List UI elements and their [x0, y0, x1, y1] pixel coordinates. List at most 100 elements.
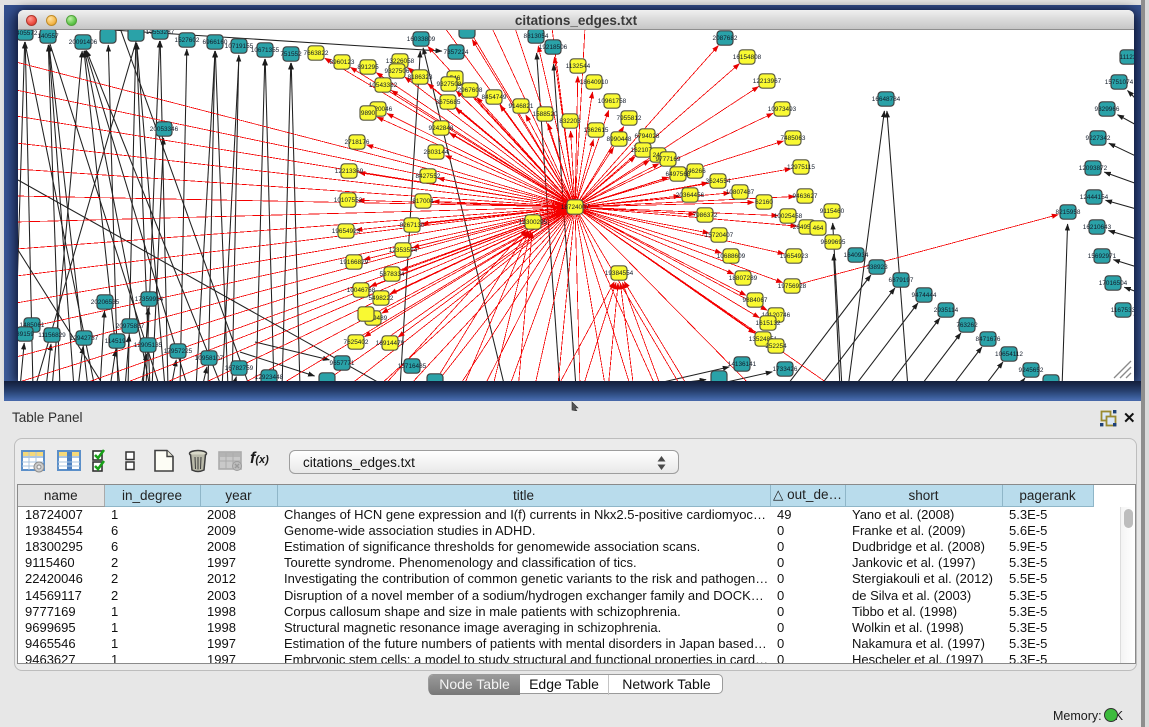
svg-text:12942737: 12942737 — [70, 335, 99, 342]
svg-text:7986372: 7986372 — [693, 212, 718, 219]
svg-text:763262: 763262 — [956, 322, 978, 329]
svg-text:6879197: 6879197 — [889, 277, 914, 284]
svg-text:5498222: 5498222 — [369, 295, 394, 302]
svg-text:16210643: 16210643 — [1083, 224, 1112, 231]
svg-text:19384554: 19384554 — [605, 270, 634, 277]
svg-text:8267130: 8267130 — [400, 222, 425, 229]
svg-text:832203: 832203 — [559, 118, 581, 125]
svg-text:252254: 252254 — [765, 343, 787, 350]
svg-text:7357224: 7357224 — [444, 49, 469, 56]
svg-text:3675685: 3675685 — [436, 99, 461, 106]
svg-text:16782759: 16782759 — [225, 365, 254, 372]
svg-text:8427552: 8427552 — [416, 173, 441, 180]
svg-text:5878334: 5878334 — [380, 271, 405, 278]
svg-text:10973493: 10973493 — [768, 106, 797, 113]
svg-text:18300295: 18300295 — [519, 219, 548, 226]
svg-text:8990448: 8990448 — [607, 136, 632, 143]
svg-text:1615132: 1615132 — [756, 320, 781, 327]
svg-text:62160: 62160 — [755, 199, 773, 206]
svg-text:15692971: 15692971 — [1088, 253, 1117, 260]
svg-text:1733426: 1733426 — [773, 366, 798, 373]
svg-text:938923: 938923 — [866, 264, 888, 271]
svg-text:7663822: 7663822 — [304, 50, 329, 57]
svg-text:15716485: 15716485 — [398, 363, 427, 370]
svg-text:9227342: 9227342 — [1086, 135, 1111, 142]
svg-text:11123: 11123 — [1120, 54, 1134, 61]
svg-text:817004: 817004 — [412, 198, 434, 205]
svg-text:15751074: 15751074 — [1105, 79, 1134, 86]
svg-text:12923448: 12923448 — [255, 374, 284, 381]
svg-text:17957225: 17957225 — [164, 348, 193, 355]
svg-text:12213369: 12213369 — [335, 168, 364, 175]
svg-text:8813054: 8813054 — [524, 33, 549, 40]
svg-text:16914479: 16914479 — [376, 340, 405, 347]
svg-text:10807487: 10807487 — [726, 189, 755, 196]
svg-text:1362615: 1362615 — [584, 127, 609, 134]
svg-text:17016504: 17016504 — [1099, 280, 1128, 287]
svg-text:9329966: 9329966 — [1095, 106, 1120, 113]
svg-text:16033809: 16033809 — [407, 36, 436, 43]
svg-text:20091406: 20091406 — [69, 39, 98, 46]
svg-text:464: 464 — [813, 225, 824, 232]
svg-text:15720407: 15720407 — [705, 232, 734, 239]
svg-text:7485063: 7485063 — [781, 135, 806, 142]
svg-text:9884067: 9884067 — [743, 297, 768, 304]
svg-text:12093872: 12093872 — [1079, 165, 1108, 172]
svg-text:14136141: 14136141 — [728, 361, 757, 368]
svg-text:9463627: 9463627 — [793, 193, 818, 200]
svg-text:12444154: 12444154 — [1080, 194, 1109, 201]
svg-text:9327506: 9327506 — [385, 68, 410, 75]
svg-text:8215958: 8215958 — [1056, 209, 1081, 216]
svg-text:9146821: 9146821 — [509, 103, 534, 110]
svg-text:1167533: 1167533 — [1111, 307, 1134, 314]
svg-text:1405572: 1405572 — [18, 30, 38, 37]
svg-text:18724007: 18724007 — [561, 204, 590, 211]
svg-text:16648784: 16648784 — [872, 96, 901, 103]
svg-text:8454749: 8454749 — [482, 94, 507, 101]
svg-text:9115460: 9115460 — [820, 208, 845, 215]
svg-text:12353594: 12353594 — [389, 247, 418, 254]
svg-text:9657771: 9657771 — [330, 360, 355, 367]
svg-text:10543382: 10543382 — [369, 82, 398, 89]
svg-text:12213967: 12213967 — [753, 78, 782, 85]
svg-text:19166829: 19166829 — [340, 259, 369, 266]
svg-text:9777169: 9777169 — [656, 156, 681, 163]
svg-text:9699695: 9699695 — [821, 239, 846, 246]
svg-text:10961758: 10961758 — [598, 98, 627, 105]
svg-text:18640910: 18640910 — [580, 79, 609, 86]
svg-text:8186323: 8186323 — [408, 74, 433, 81]
svg-text:19756928: 19756928 — [778, 283, 807, 290]
svg-text:7955812: 7955812 — [617, 115, 642, 122]
svg-text:9245652: 9245652 — [1019, 367, 1044, 374]
svg-text:20364456: 20364456 — [676, 192, 705, 199]
svg-text:8471676: 8471676 — [976, 336, 1001, 343]
svg-text:12905135: 12905135 — [134, 342, 163, 349]
svg-text:10719155: 10719155 — [225, 43, 254, 50]
svg-text:2803144: 2803144 — [424, 149, 449, 156]
svg-text:10671355: 10671355 — [251, 47, 280, 54]
svg-text:1588520: 1588520 — [533, 111, 558, 118]
svg-text:7625402: 7625402 — [344, 339, 369, 346]
svg-text:20975887: 20975887 — [116, 323, 145, 330]
svg-text:19654923: 19654923 — [780, 253, 809, 260]
svg-text:2087682: 2087682 — [713, 35, 738, 42]
svg-text:751552: 751552 — [280, 51, 302, 58]
svg-text:10654112: 10654112 — [995, 351, 1023, 358]
svg-text:9242848: 9242848 — [429, 125, 454, 132]
svg-text:2967608: 2967608 — [458, 87, 483, 94]
svg-text:10958107: 10958107 — [195, 355, 224, 362]
svg-text:17359934: 17359934 — [135, 296, 164, 303]
svg-text:19654923: 19654923 — [332, 228, 361, 235]
svg-text:12975115: 12975115 — [787, 164, 815, 171]
svg-text:2935114: 2935114 — [934, 307, 959, 314]
svg-text:16154808: 16154808 — [733, 54, 762, 61]
svg-text:6497568: 6497568 — [666, 171, 691, 178]
svg-text:140557: 140557 — [37, 33, 59, 40]
svg-text:39159: 39159 — [18, 331, 34, 338]
svg-text:10107552: 10107552 — [334, 197, 363, 204]
svg-text:2718176: 2718176 — [345, 139, 370, 146]
svg-text:6794028: 6794028 — [635, 133, 660, 140]
svg-text:10688609: 10688609 — [717, 253, 746, 260]
svg-text:10046768: 10046768 — [347, 287, 376, 294]
svg-text:3624554: 3624554 — [706, 178, 731, 185]
